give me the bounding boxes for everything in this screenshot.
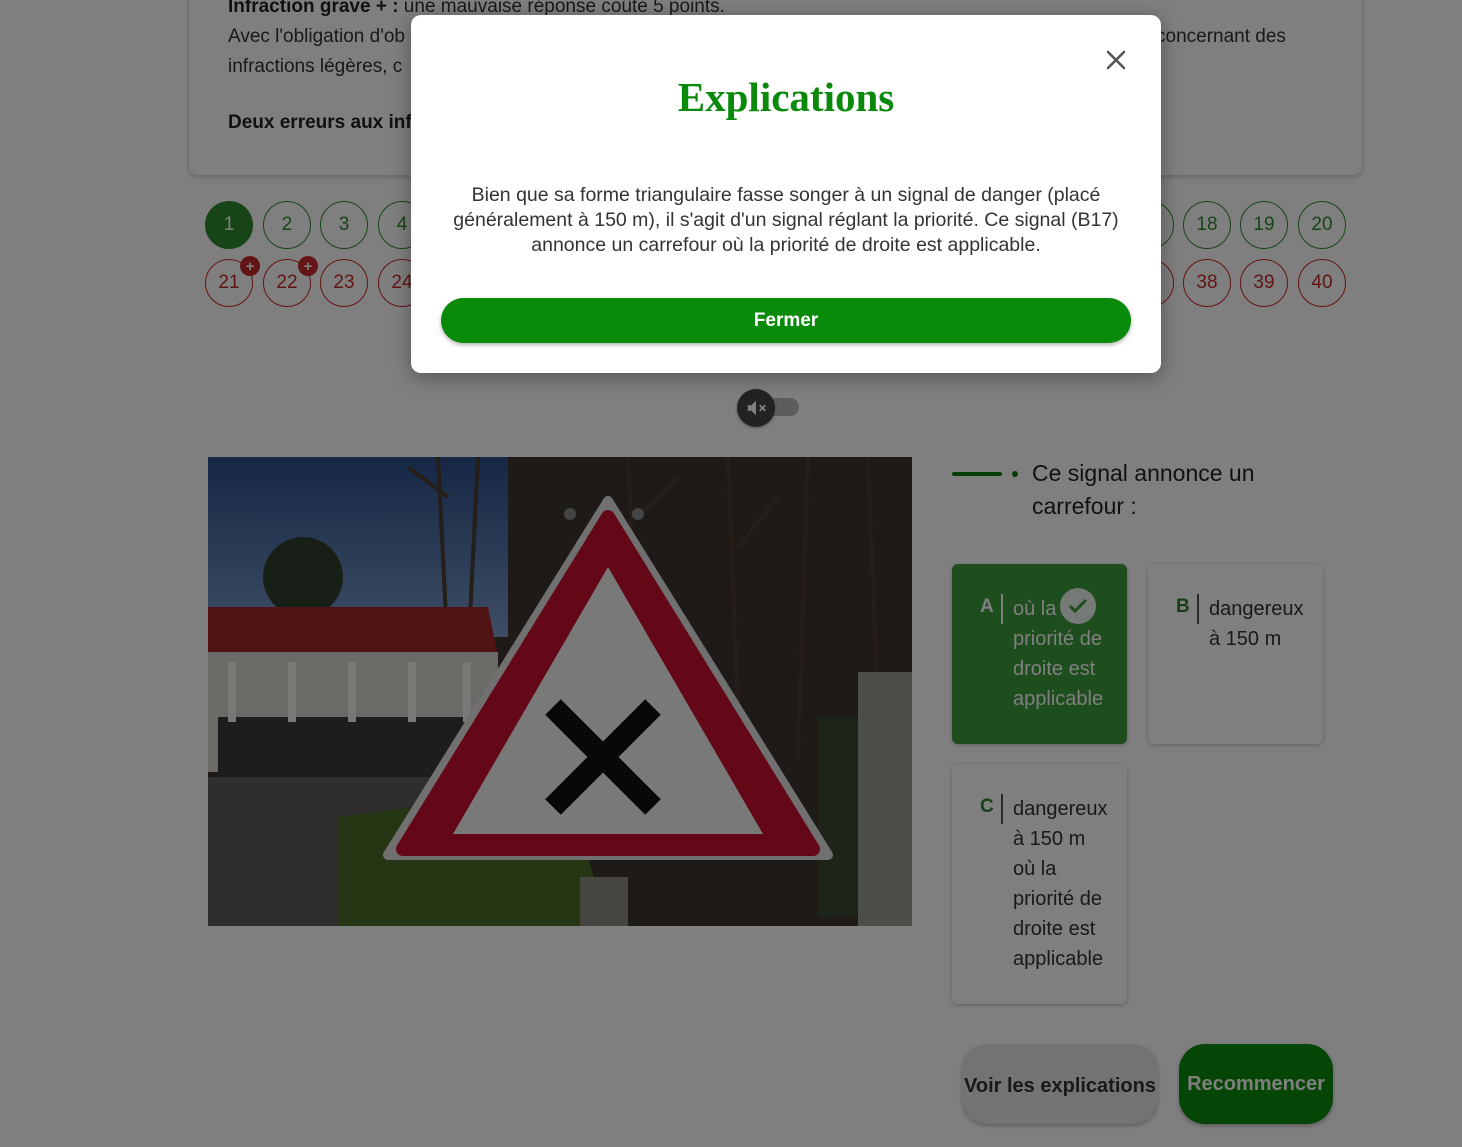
modal-body-text: Bien que sa forme triangulaire fasse son… [453,184,1119,256]
close-modal-button[interactable]: Fermer [441,298,1131,343]
explanations-modal: Explications Bien que sa forme triangula… [411,15,1161,373]
close-icon[interactable] [1101,45,1131,75]
modal-title: Explications [677,74,895,120]
